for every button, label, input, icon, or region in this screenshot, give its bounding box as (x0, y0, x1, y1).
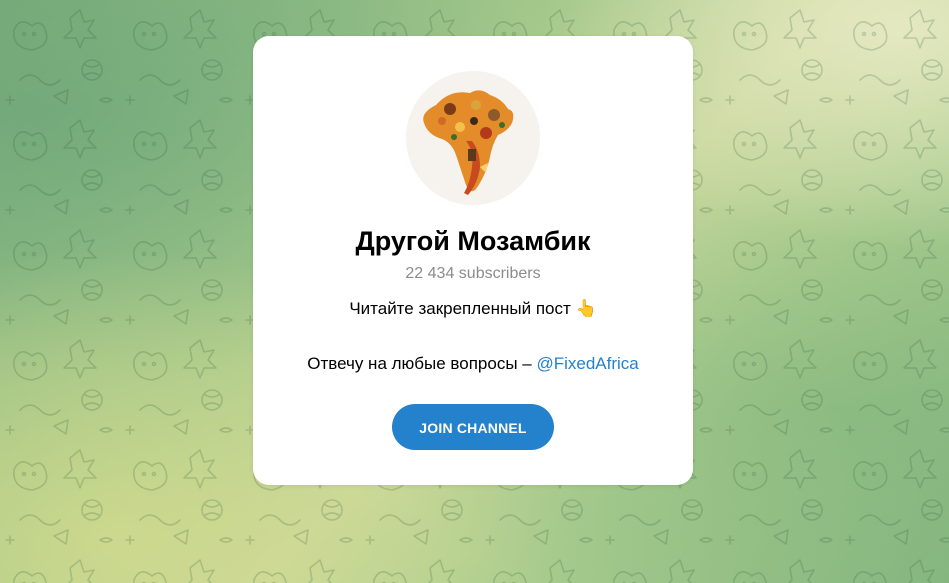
channel-avatar (406, 71, 540, 205)
africa-map-collage-icon (406, 71, 540, 205)
description-text: Отвечу на любые вопросы – (307, 354, 537, 373)
channel-card: Другой Мозамбик 22 434 subscribers Читай… (253, 36, 693, 485)
join-channel-button[interactable]: JOIN CHANNEL (392, 404, 554, 450)
subscriber-count: 22 434 subscribers (405, 265, 541, 282)
username-link[interactable]: @FixedAfrica (536, 354, 638, 373)
channel-description-line2: Отвечу на любые вопросы – @FixedAfrica (253, 352, 693, 376)
channel-description-line1: Читайте закрепленный пост 👆 (349, 299, 597, 318)
channel-title: Другой Мозамбик (355, 226, 591, 256)
